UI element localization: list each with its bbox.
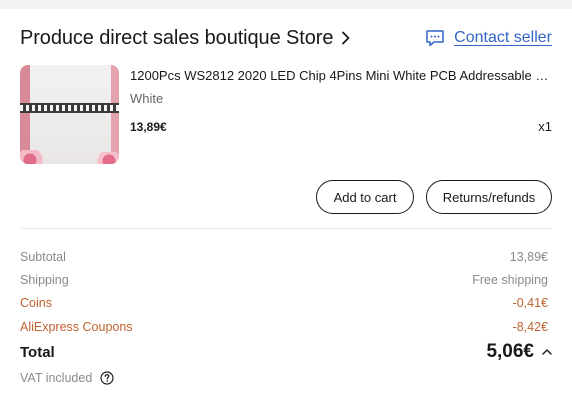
shipping-label: Shipping [20, 272, 69, 287]
contact-seller-label: Contact seller [454, 29, 552, 46]
subtotal-row: Subtotal 13,89€ [20, 245, 548, 268]
chevron-up-icon [542, 348, 552, 356]
subtotal-label: Subtotal [20, 249, 66, 264]
total-value: 5,06€ [486, 341, 534, 362]
section-divider [20, 228, 552, 229]
store-name: Produce direct sales boutique Store [20, 26, 334, 49]
coins-row: Coins -0,41€ [20, 292, 548, 315]
shipping-row: Shipping Free shipping [20, 268, 548, 291]
total-row: Total 5,06€ [20, 340, 552, 364]
add-to-cart-button[interactable]: Add to cart [316, 180, 414, 214]
product-item: 1200Pcs WS2812 2020 LED Chip 4Pins Mini … [20, 65, 553, 165]
coupons-label: AliExpress Coupons [20, 319, 133, 334]
item-actions: Add to cart Returns/refunds [316, 180, 552, 214]
product-quantity: x1 [538, 119, 552, 134]
total-label: Total [20, 343, 55, 361]
price-summary: Subtotal 13,89€ Shipping Free shipping C… [20, 245, 548, 338]
help-icon[interactable] [100, 371, 114, 385]
store-header: Produce direct sales boutique Store Cont… [20, 24, 552, 52]
product-thumbnail[interactable] [20, 65, 119, 164]
top-divider-strip [0, 0, 572, 9]
product-title[interactable]: 1200Pcs WS2812 2020 LED Chip 4Pins Mini … [130, 68, 553, 83]
coupons-row: AliExpress Coupons -8,42€ [20, 315, 548, 338]
product-price: 13,89€ [130, 120, 167, 134]
vat-label: VAT included [20, 371, 93, 385]
contact-seller-button[interactable]: Contact seller [425, 29, 552, 47]
vat-row: VAT included [20, 371, 114, 385]
shipping-value: Free shipping [472, 272, 548, 287]
total-toggle[interactable]: 5,06€ [486, 341, 552, 363]
store-link[interactable]: Produce direct sales boutique Store [20, 27, 351, 50]
chat-icon [425, 29, 445, 47]
coins-label: Coins [20, 296, 52, 311]
returns-refunds-button[interactable]: Returns/refunds [426, 180, 552, 214]
coins-value: -0,41€ [512, 296, 548, 311]
coupons-value: -8,42€ [512, 319, 548, 334]
chevron-right-icon [341, 31, 351, 45]
subtotal-value: 13,89€ [509, 249, 548, 264]
product-variant: White [130, 91, 164, 106]
